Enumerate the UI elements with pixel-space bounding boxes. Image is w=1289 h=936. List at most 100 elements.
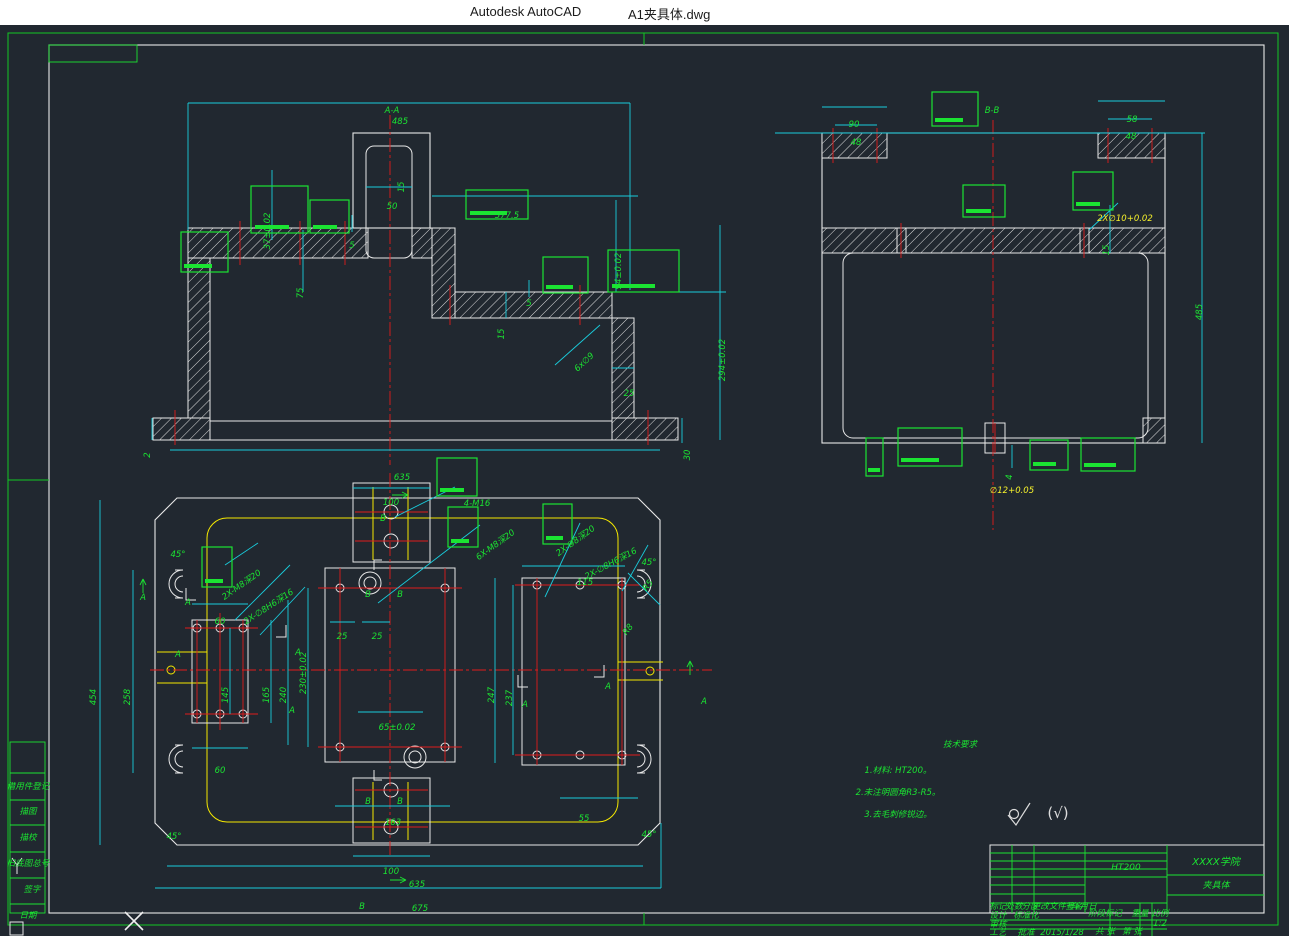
dim-label: 25: [337, 632, 348, 642]
drawing-canvas[interactable]: 借用件登记描图描校旧底图总号签字日期: [0, 25, 1289, 936]
dim-label: 94±0.02: [614, 253, 624, 290]
dim-label: ∅12+0.05: [990, 486, 1034, 496]
dim-label: B: [365, 797, 371, 807]
dim-label: B: [397, 797, 403, 807]
view-aa-section: A-A4851550377.537±0.0257551594±0.02294±0…: [143, 103, 728, 483]
dim-label: 48: [851, 138, 862, 148]
dim-label: 4: [1005, 474, 1015, 479]
dim-label: 45°: [641, 830, 656, 840]
dim-label: 标准化: [1013, 910, 1040, 921]
dim-label: 454: [89, 689, 99, 705]
dim-label: 2X-∅8H6深16: [583, 545, 639, 582]
dim-label: B: [365, 590, 371, 600]
document-name[interactable]: A1夹具体.dwg: [628, 4, 710, 23]
dim-label: 第 张: [1122, 926, 1143, 936]
dim-label: R8: [621, 622, 636, 638]
dim-label: 日期: [19, 910, 38, 921]
dim-label: 635: [409, 880, 425, 890]
crosshair-cursor[interactable]: [125, 912, 143, 930]
dim-label: 100: [383, 498, 399, 508]
dim-label: A: [184, 598, 191, 608]
dim-label: 100: [383, 867, 399, 877]
dim-label: 247: [487, 686, 497, 703]
dim-label: 377.5: [495, 211, 519, 221]
dim-label: 65±0.02: [379, 723, 416, 733]
app-title: Autodesk AutoCAD: [470, 4, 581, 19]
dim-label: 1.材料: HT200。: [865, 765, 932, 776]
dim-label: A-A: [384, 106, 400, 116]
dim-label: 635: [394, 473, 410, 483]
dim-label: 55: [579, 814, 590, 824]
dim-label: 258: [123, 688, 133, 705]
dim-label: 2: [143, 452, 153, 457]
dim-label: 294±0.02: [718, 339, 728, 381]
dim-label: 485: [392, 117, 408, 127]
dim-label: 60: [215, 766, 226, 776]
dim-label: 50: [387, 202, 398, 212]
dim-label: 2X-M8深20: [220, 567, 264, 602]
dim-label: 2X-∅8深20: [554, 523, 597, 559]
dim-label: 技术要求: [943, 739, 979, 750]
title-block: HT200 XXXX学院 夹具体 标记处数分区更改文件号签名年月日设计标准化审核…: [989, 845, 1264, 936]
surface-finish-symbols: (√): [1008, 803, 1069, 825]
bb-centerlines: [833, 120, 1152, 530]
dim-label: R5: [641, 578, 656, 593]
dim-label: B: [359, 902, 365, 912]
part-name: 夹具体: [1202, 880, 1231, 891]
left-strip-labels: 借用件登记描图描校旧底图总号签字日期: [7, 781, 51, 921]
dim-label: 45°: [641, 558, 656, 568]
dim-label: 15: [1102, 245, 1112, 256]
dim-label: 3.去毛刺修锐边。: [864, 809, 932, 820]
dim-label: A: [521, 700, 528, 710]
dim-label: 签字: [23, 884, 42, 895]
tech-requirements: 技术要求 1.材料: HT200。 2.未注明圆角R3-R5。 3.去毛刺修锐边。: [856, 739, 979, 820]
view-plan: 45°45°45°45°AAAAAAAABBBBBB45425860601451…: [89, 458, 712, 914]
dim-label: 5: [526, 299, 531, 309]
plan-labels: 45°45°45°45°AAAAAAAABBBBBB45425860601451…: [89, 498, 707, 914]
dim-label: A: [174, 650, 181, 660]
dim-label: 15: [497, 329, 507, 340]
dim-label: 58: [1127, 115, 1138, 125]
dim-label: 30: [683, 450, 693, 461]
autocad-window: Autodesk AutoCAD A1夹具体.dwg: [0, 0, 1289, 936]
dim-label: 25: [624, 389, 635, 399]
dim-label: 75: [296, 288, 306, 299]
dim-label: 旧底图总号: [7, 858, 50, 869]
dim-label: 15: [397, 182, 407, 193]
dim-label: 163: [385, 818, 401, 828]
dim-label: 45°: [166, 832, 181, 842]
dim-label: 145: [221, 687, 231, 703]
window-titlebar[interactable]: Autodesk AutoCAD A1夹具体.dwg: [0, 0, 1289, 25]
company-name: XXXX学院: [1191, 856, 1241, 868]
machining-circle-icon: [1010, 810, 1019, 819]
left-strip-table: 借用件登记描图描校旧底图总号签字日期: [7, 742, 51, 921]
dim-label: 描图: [19, 806, 38, 817]
title-block-fields: 标记处数分区更改文件号签名年月日设计标准化审核工艺批准2015/1/28阶段标记…: [989, 901, 1170, 936]
dim-label: 批准: [1017, 927, 1036, 936]
material-value: HT200: [1111, 863, 1141, 873]
aa-hatched-body: [153, 228, 678, 440]
alt-finish-symbol: (√): [1047, 804, 1068, 822]
dim-label: 工艺: [989, 927, 1008, 936]
dim-label: 2.未注明圆角R3-R5。: [856, 787, 941, 798]
plan-dimension-lines: [100, 487, 661, 888]
dim-label: A: [700, 697, 707, 707]
dim-label: 6X-M8深20: [474, 527, 517, 563]
dim-label: 6x∅9: [573, 351, 597, 374]
dim-label: 2X∅10+0.02: [1097, 214, 1153, 224]
view-bb-section: B-B904858484852X∅10+0.02154∅12+0.05: [775, 92, 1205, 530]
drawing-frame: [8, 33, 1278, 935]
dim-label: 90: [849, 120, 860, 130]
dim-label: 675: [412, 904, 428, 914]
dim-label: A: [604, 682, 611, 692]
plan-holes: [167, 505, 654, 834]
dim-label: 1:2: [1153, 919, 1167, 929]
dim-label: 45°: [170, 550, 185, 560]
dim-label: 48: [1126, 132, 1137, 142]
dim-label: A: [288, 706, 295, 716]
dim-label: 共 张: [1095, 926, 1116, 936]
dim-label: 60: [215, 617, 226, 627]
dim-label: B: [380, 514, 386, 524]
dim-label: 5: [349, 241, 354, 251]
dim-label: 借用件登记: [7, 781, 51, 792]
